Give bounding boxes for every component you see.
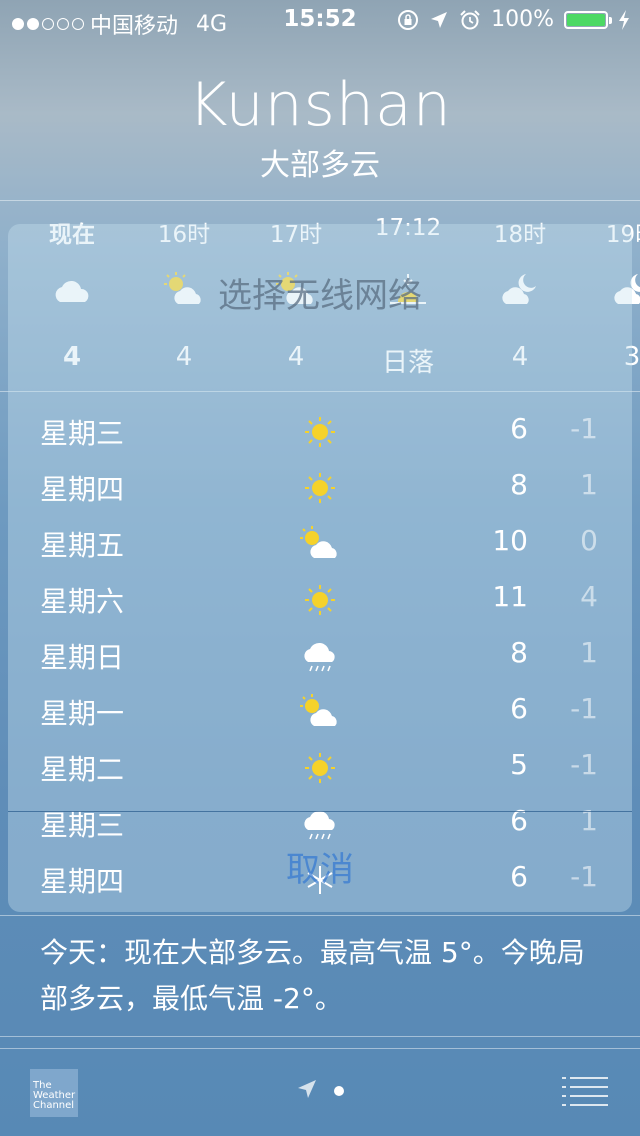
partly-sunny-icon — [300, 694, 337, 726]
sun-icon — [305, 473, 335, 503]
low-temperature: 1 — [580, 804, 598, 837]
city-list-icon[interactable] — [562, 1076, 608, 1106]
list-item: 星期二 5 -1 — [0, 738, 640, 794]
low-temperature: 4 — [580, 580, 598, 613]
list-item: 星期日 8 1 — [0, 626, 640, 682]
high-temperature: 8 — [510, 468, 528, 501]
battery-icon — [564, 10, 612, 29]
high-temperature: 6 — [510, 692, 528, 725]
sheet-divider — [8, 811, 632, 812]
partly-sunny-icon — [300, 526, 337, 558]
low-temperature: 1 — [580, 636, 598, 669]
sun-icon — [305, 417, 335, 447]
sun-icon — [305, 753, 335, 783]
high-temperature: 6 — [510, 804, 528, 837]
high-temperature: 5 — [510, 748, 528, 781]
day-name: 星期一 — [40, 697, 125, 730]
list-item: 星期三 6 -1 — [0, 402, 640, 458]
day-name: 星期三 — [40, 809, 125, 842]
list-item: 星期六 11 4 — [0, 570, 640, 626]
day-name: 星期日 — [40, 641, 125, 674]
current-condition: 大部多云 — [260, 148, 380, 183]
cancel-button[interactable]: 取消 — [8, 842, 632, 891]
location-services-icon — [431, 11, 448, 28]
low-temperature: 1 — [580, 468, 598, 501]
city-name: Kunshan — [188, 70, 452, 140]
weather-channel-logo[interactable]: The Weather Channel — [30, 1069, 78, 1117]
low-temperature: 0 — [580, 524, 598, 557]
day-name: 星期四 — [40, 473, 125, 506]
list-item: 星期四 8 1 — [0, 458, 640, 514]
low-temperature: -1 — [570, 692, 598, 725]
rain-icon — [304, 810, 335, 840]
logo-text: Channel — [33, 1100, 75, 1111]
high-temperature: 11 — [492, 580, 528, 613]
divider — [0, 1036, 640, 1037]
day-name: 星期三 — [40, 417, 125, 450]
day-name: 星期二 — [40, 753, 125, 786]
list-item: 星期五 10 0 — [0, 514, 640, 570]
status-bar: 中国移动 4G 15:52 100% — [0, 0, 640, 40]
high-temperature: 10 — [492, 524, 528, 557]
day-name: 星期六 — [40, 585, 125, 618]
rotation-lock-icon — [398, 9, 419, 30]
battery-percentage: 100% — [491, 7, 554, 32]
divider — [0, 915, 640, 916]
low-temperature: -1 — [570, 748, 598, 781]
bottom-toolbar: The Weather Channel — [0, 1048, 640, 1136]
daily-summary: 今天：现在大部多云。最高气温 5°。今晚局部多云，最低气温 -2°。 — [40, 936, 585, 1015]
charging-bolt-icon — [619, 9, 629, 30]
sheet-title: 选择无线网络 — [218, 276, 422, 316]
page-indicator-dot[interactable] — [334, 1086, 344, 1096]
high-temperature: 6 — [510, 412, 528, 445]
low-temperature: -1 — [570, 412, 598, 445]
alarm-clock-icon — [460, 9, 480, 29]
high-temperature: 8 — [510, 636, 528, 669]
day-name: 星期五 — [40, 529, 125, 562]
list-item: 星期一 6 -1 — [0, 682, 640, 738]
rain-icon — [304, 642, 335, 672]
current-location-icon[interactable] — [296, 1078, 318, 1100]
sun-icon — [305, 585, 335, 615]
